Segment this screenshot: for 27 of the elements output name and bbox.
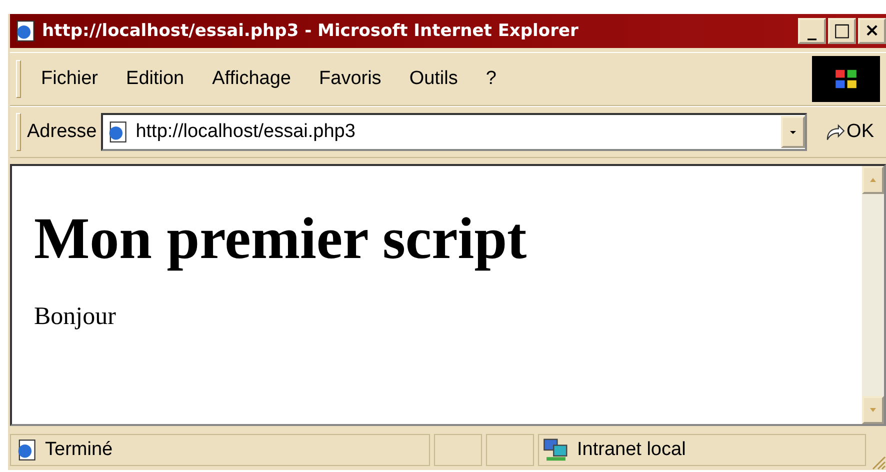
zone-text: Intranet local <box>577 439 686 461</box>
go-button[interactable]: OK <box>806 121 886 143</box>
resize-grip-icon[interactable] <box>870 454 886 470</box>
maximize-button[interactable]: □ <box>828 18 856 44</box>
scroll-down-button[interactable] <box>862 396 884 424</box>
minimize-button[interactable]: _ <box>798 18 826 44</box>
status-panel <box>434 434 482 466</box>
menu-item[interactable]: Edition <box>126 68 184 90</box>
page-paragraph: Bonjour <box>34 303 117 331</box>
vertical-scrollbar[interactable] <box>862 166 884 424</box>
windows-logo-icon <box>812 56 880 102</box>
scroll-up-button[interactable] <box>862 166 884 194</box>
menu-item[interactable]: Fichier <box>41 68 98 90</box>
menu-item[interactable]: Affichage <box>212 68 292 90</box>
network-computers-icon <box>543 438 569 462</box>
menu-item[interactable]: Favoris <box>319 68 382 90</box>
menu-item[interactable]: ? <box>486 68 496 90</box>
window-title: http://localhost/essai.php3 - Microsoft Internet Explorer <box>42 21 580 41</box>
dropdown-button[interactable] <box>780 116 805 148</box>
page-heading: Mon premier script <box>34 204 528 273</box>
address-field[interactable]: http://localhost/essai.php3 <box>100 113 807 151</box>
status-text: Terminé <box>45 439 113 461</box>
menu-item[interactable]: Outils <box>409 68 458 90</box>
address-label: Adresse <box>27 121 97 143</box>
status-panel <box>486 434 534 466</box>
close-button[interactable]: × <box>858 18 886 44</box>
browser-logo-icon <box>14 20 36 42</box>
